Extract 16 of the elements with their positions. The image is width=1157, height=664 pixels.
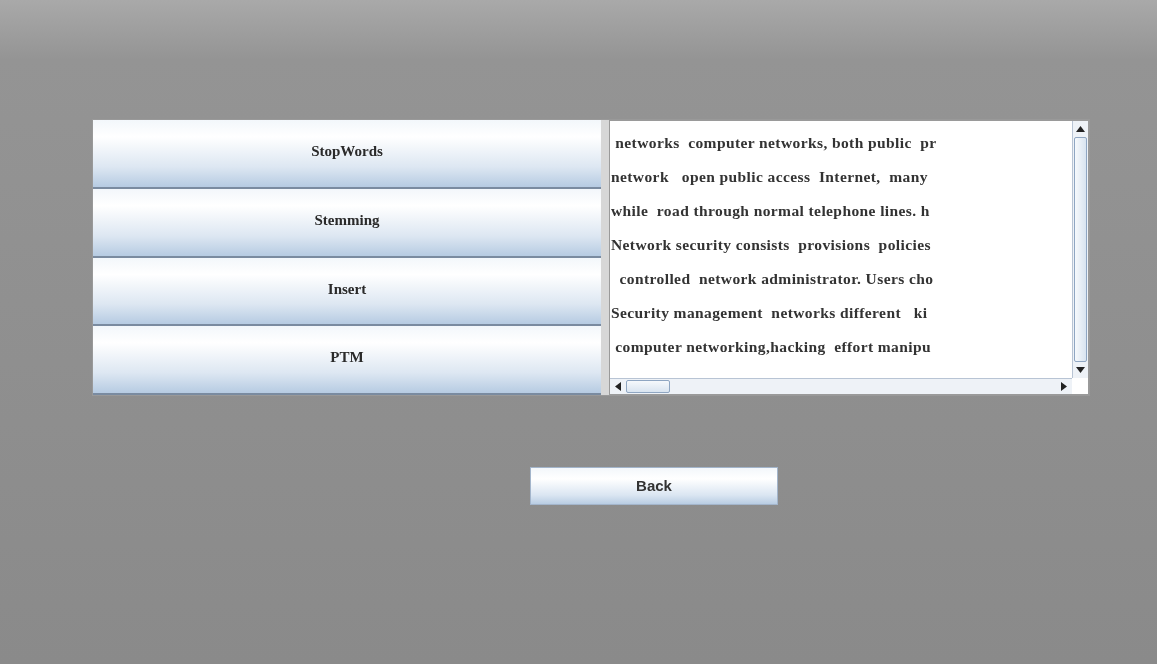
back-button[interactable]: Back	[530, 467, 778, 505]
menu-button[interactable]: PTM	[93, 326, 601, 395]
menu-button[interactable]: Insert	[93, 257, 601, 327]
menu-button[interactable]: Stemming	[93, 188, 601, 258]
text-line: Security management networks different ki	[611, 304, 928, 321]
text-line: while road through normal telephone lines. h	[611, 202, 930, 219]
vertical-scrollbar[interactable]	[1072, 121, 1088, 378]
text-line: computer networking,hacking effort manipu	[614, 338, 932, 355]
menu-button[interactable]: StopWords	[93, 120, 601, 189]
scrollbar-thumb[interactable]	[626, 380, 670, 393]
text-line: Network security consists provisions policies	[611, 236, 931, 253]
text-line: networks computer networks, both public pr	[614, 134, 937, 151]
horizontal-scrollbar[interactable]	[610, 378, 1072, 394]
scrollbar-thumb[interactable]	[1074, 137, 1087, 362]
text-line: network open public access Internet, many	[611, 168, 928, 185]
text-line: controlled network administrator. Users cho	[618, 270, 934, 287]
